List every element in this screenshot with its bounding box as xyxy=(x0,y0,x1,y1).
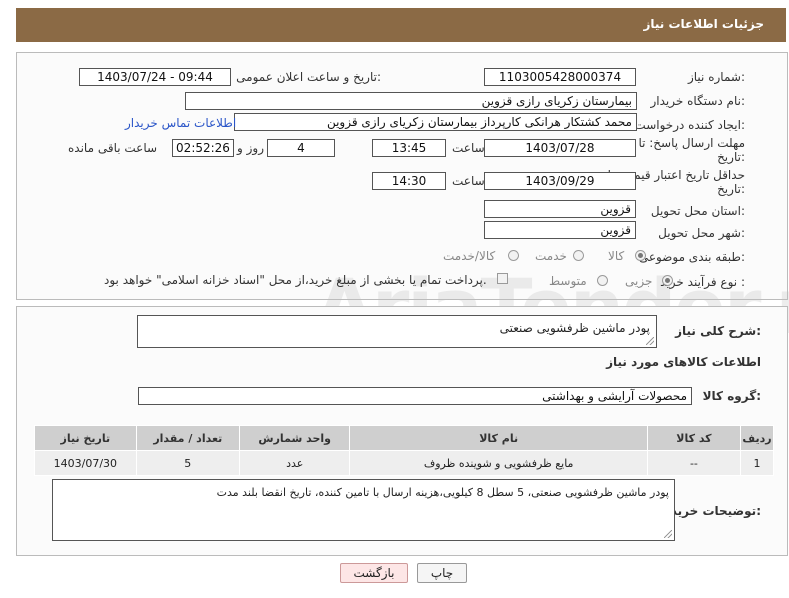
creator-field: محمد کشتکار هرانکی کارپرداز بیمارستان زک… xyxy=(234,113,637,131)
cell-goods-name: مایع ظرفشویی و شوینده ظروف xyxy=(349,450,648,476)
buyer-org-field: بیمارستان زکریای رازی قزوین xyxy=(185,92,637,110)
resize-grip-icon[interactable] xyxy=(646,337,654,345)
need-number-label: شماره نیاز: xyxy=(687,70,745,84)
category-goods-radio[interactable] xyxy=(635,250,646,261)
city-label: شهر محل تحویل: xyxy=(658,226,745,240)
goods-info-title: اطلاعات کالاهای مورد نیاز xyxy=(606,355,761,369)
process-medium-label: متوسط xyxy=(549,274,587,288)
treasury-payment-note: پرداخت تمام یا بخشی از مبلغ خرید،از محل … xyxy=(104,273,487,287)
back-button[interactable]: بازگشت xyxy=(340,563,408,583)
remaining-time-label: ساعت باقی مانده xyxy=(68,141,158,155)
announce-datetime-field: 1403/07/24 - 09:44 xyxy=(79,68,231,86)
process-minor-radio[interactable] xyxy=(662,275,673,286)
remaining-time-field: 02:52:26 xyxy=(172,139,234,157)
goods-group-field: محصولات آرایشی و بهداشتی xyxy=(138,387,692,405)
col-goods-code: کد کالا xyxy=(646,425,742,451)
resize-grip-icon[interactable] xyxy=(664,530,672,538)
process-minor-label: جزیی xyxy=(625,274,653,288)
days-label: روز و xyxy=(237,141,264,155)
process-label: نوع فرآیند خرید : xyxy=(660,275,745,289)
col-row-number: ردیف xyxy=(740,425,774,451)
buyer-notes-text: پودر ماشین ظرفشویی صنعتی، 5 سطل 8 کیلویی… xyxy=(216,486,669,499)
category-label: طبقه بندی موضوعی: xyxy=(638,250,745,264)
col-need-date: تاریخ نیاز xyxy=(34,425,137,451)
cell-row-number: 1 xyxy=(740,450,774,476)
price-validity-time-field: 14:30 xyxy=(372,172,446,190)
cell-need-date: 1403/07/30 xyxy=(34,450,137,476)
summary-text: پودر ماشین ظرفشویی صنعتی xyxy=(499,321,650,335)
category-service-radio[interactable] xyxy=(573,250,584,261)
province-field: قزوین xyxy=(484,200,636,218)
reply-deadline-date-label: تاریخ: xyxy=(717,150,745,164)
category-service-label: خدمت xyxy=(535,249,567,263)
category-goods-service-label: کالا/خدمت xyxy=(443,249,496,263)
price-validity-time-label: ساعت xyxy=(452,174,485,188)
buyer-org-label: نام دستگاه خریدار: xyxy=(650,94,746,108)
category-goods-service-radio[interactable] xyxy=(508,250,519,261)
summary-textarea[interactable]: پودر ماشین ظرفشویی صنعتی xyxy=(137,315,657,348)
cell-goods-code: -- xyxy=(646,450,742,476)
col-quantity: تعداد / مقدار xyxy=(135,425,240,451)
page-title: جزئیات اطلاعات نیاز xyxy=(643,17,764,31)
treasury-payment-checkbox[interactable] xyxy=(497,273,508,284)
print-button[interactable]: چاپ xyxy=(417,563,467,583)
category-goods-label: کالا xyxy=(608,249,625,263)
reply-deadline-label: مهلت ارسال پاسخ: تا xyxy=(638,136,745,150)
price-validity-date-field: 1403/09/29 xyxy=(484,172,636,190)
goods-table: ردیف کد کالا نام کالا واحد شمارش تعداد /… xyxy=(34,425,774,476)
price-validity-date-label: تاریخ: xyxy=(717,182,745,196)
cell-unit: عدد xyxy=(238,450,351,476)
summary-label: شرح کلی نیاز: xyxy=(675,324,761,338)
cell-quantity: 5 xyxy=(135,450,240,476)
city-field: قزوین xyxy=(484,221,636,239)
page-header: جزئیات اطلاعات نیاز xyxy=(16,8,786,42)
goods-group-label: گروه کالا: xyxy=(702,389,761,403)
process-medium-radio[interactable] xyxy=(597,275,608,286)
province-label: استان محل تحویل: xyxy=(650,204,745,218)
need-number-field: 1103005428000374 xyxy=(484,68,636,86)
col-goods-name: نام کالا xyxy=(349,425,648,451)
table-row: 1 -- مایع ظرفشویی و شوینده ظروف عدد 5 14… xyxy=(34,450,774,476)
buyer-notes-textarea[interactable]: پودر ماشین ظرفشویی صنعتی، 5 سطل 8 کیلویی… xyxy=(52,479,675,541)
announce-datetime-label: تاریخ و ساعت اعلان عمومی: xyxy=(236,70,381,84)
creator-label: ایجاد کننده درخواست: xyxy=(634,118,745,132)
buyer-contact-link[interactable]: اطلاعات تماس خریدار xyxy=(125,116,236,130)
reply-time-label: ساعت xyxy=(452,141,485,155)
goods-table-header: ردیف کد کالا نام کالا واحد شمارش تعداد /… xyxy=(34,425,774,451)
reply-days-field: 4 xyxy=(267,139,335,157)
col-unit: واحد شمارش xyxy=(238,425,351,451)
reply-deadline-date-field: 1403/07/28 xyxy=(484,139,636,157)
reply-time-field: 13:45 xyxy=(372,139,446,157)
